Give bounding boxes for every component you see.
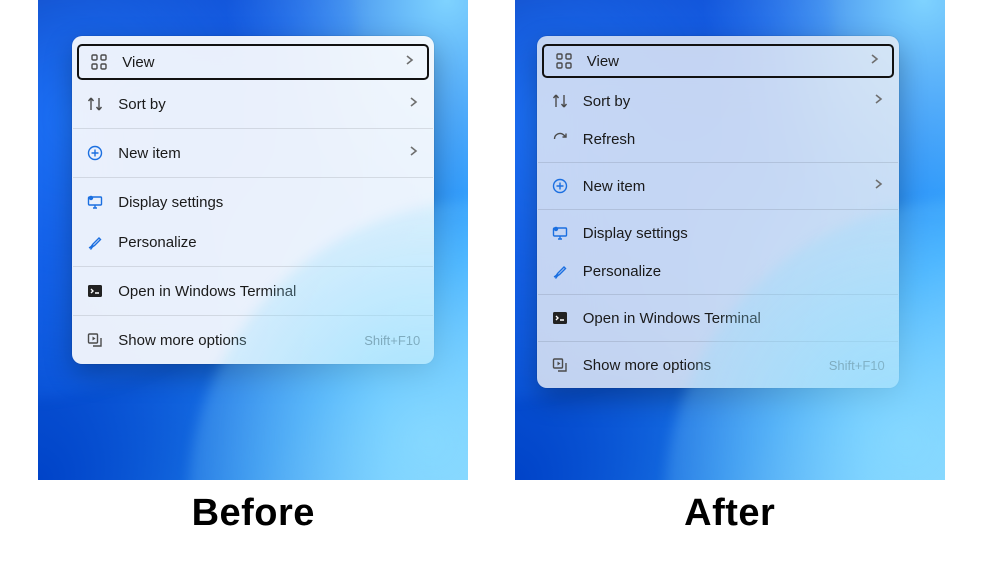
menu-item-label: View bbox=[587, 53, 853, 70]
menu-item-display-settings[interactable]: Display settings bbox=[537, 214, 899, 252]
menu-item-label: New item bbox=[118, 145, 392, 162]
chevron-right-icon bbox=[406, 95, 420, 113]
desktop-wallpaper: View Sort by New item Display settings Perso… bbox=[38, 0, 468, 480]
more-icon bbox=[86, 331, 104, 349]
chevron-right-icon bbox=[406, 144, 420, 162]
menu-item-new-item[interactable]: New item bbox=[72, 133, 434, 173]
before-panel: View Sort by New item Display settings Perso… bbox=[38, 0, 469, 535]
menu-item-label: Sort by bbox=[118, 96, 392, 113]
menu-item-label: Display settings bbox=[118, 194, 420, 211]
plus-circle-icon bbox=[551, 177, 569, 195]
menu-item-label: Personalize bbox=[583, 263, 885, 280]
terminal-icon bbox=[86, 282, 104, 300]
menu-item-view[interactable]: View bbox=[76, 43, 430, 81]
context-menu-before: View Sort by New item Display settings Perso… bbox=[72, 36, 434, 364]
more-icon bbox=[551, 356, 569, 374]
after-panel: View Sort by Refresh New item Display settin… bbox=[515, 0, 946, 535]
menu-item-sort-by[interactable]: Sort by bbox=[537, 82, 899, 120]
menu-item-personalize[interactable]: Personalize bbox=[537, 252, 899, 290]
sort-icon bbox=[86, 95, 104, 113]
display-gear-icon bbox=[86, 193, 104, 211]
menu-item-label: New item bbox=[583, 178, 857, 195]
sort-icon bbox=[551, 92, 569, 110]
menu-item-accelerator: Shift+F10 bbox=[829, 358, 885, 373]
menu-item-sort-by[interactable]: Sort by bbox=[72, 84, 434, 124]
brush-icon bbox=[86, 233, 104, 251]
menu-item-label: Show more options bbox=[118, 332, 350, 349]
refresh-icon bbox=[551, 130, 569, 148]
chevron-right-icon bbox=[402, 53, 416, 71]
menu-item-open-in-windows-terminal[interactable]: Open in Windows Terminal bbox=[537, 299, 899, 337]
menu-item-personalize[interactable]: Personalize bbox=[72, 222, 434, 262]
chevron-right-icon bbox=[871, 177, 885, 195]
menu-item-new-item[interactable]: New item bbox=[537, 167, 899, 205]
terminal-icon bbox=[551, 309, 569, 327]
menu-item-accelerator: Shift+F10 bbox=[364, 333, 420, 348]
chevron-right-icon bbox=[871, 92, 885, 110]
plus-circle-icon bbox=[86, 144, 104, 162]
desktop-wallpaper: View Sort by Refresh New item Display settin… bbox=[515, 0, 945, 480]
menu-item-label: Refresh bbox=[583, 131, 885, 148]
menu-item-label: Show more options bbox=[583, 357, 815, 374]
menu-item-view[interactable]: View bbox=[541, 43, 895, 79]
menu-item-open-in-windows-terminal[interactable]: Open in Windows Terminal bbox=[72, 271, 434, 311]
chevron-right-icon bbox=[867, 52, 881, 70]
menu-item-label: Sort by bbox=[583, 93, 857, 110]
display-gear-icon bbox=[551, 224, 569, 242]
before-caption: Before bbox=[192, 492, 315, 535]
menu-item-show-more-options[interactable]: Show more options Shift+F10 bbox=[72, 320, 434, 360]
menu-item-show-more-options[interactable]: Show more options Shift+F10 bbox=[537, 346, 899, 384]
brush-icon bbox=[551, 262, 569, 280]
menu-item-label: Display settings bbox=[583, 225, 885, 242]
grid-icon bbox=[555, 52, 573, 70]
menu-item-label: View bbox=[122, 54, 388, 71]
menu-item-refresh[interactable]: Refresh bbox=[537, 120, 899, 158]
menu-item-label: Open in Windows Terminal bbox=[118, 283, 420, 300]
context-menu-after: View Sort by Refresh New item Display settin… bbox=[537, 36, 899, 388]
menu-item-label: Personalize bbox=[118, 234, 420, 251]
grid-icon bbox=[90, 53, 108, 71]
menu-item-display-settings[interactable]: Display settings bbox=[72, 182, 434, 222]
after-caption: After bbox=[684, 492, 775, 535]
menu-item-label: Open in Windows Terminal bbox=[583, 310, 885, 327]
